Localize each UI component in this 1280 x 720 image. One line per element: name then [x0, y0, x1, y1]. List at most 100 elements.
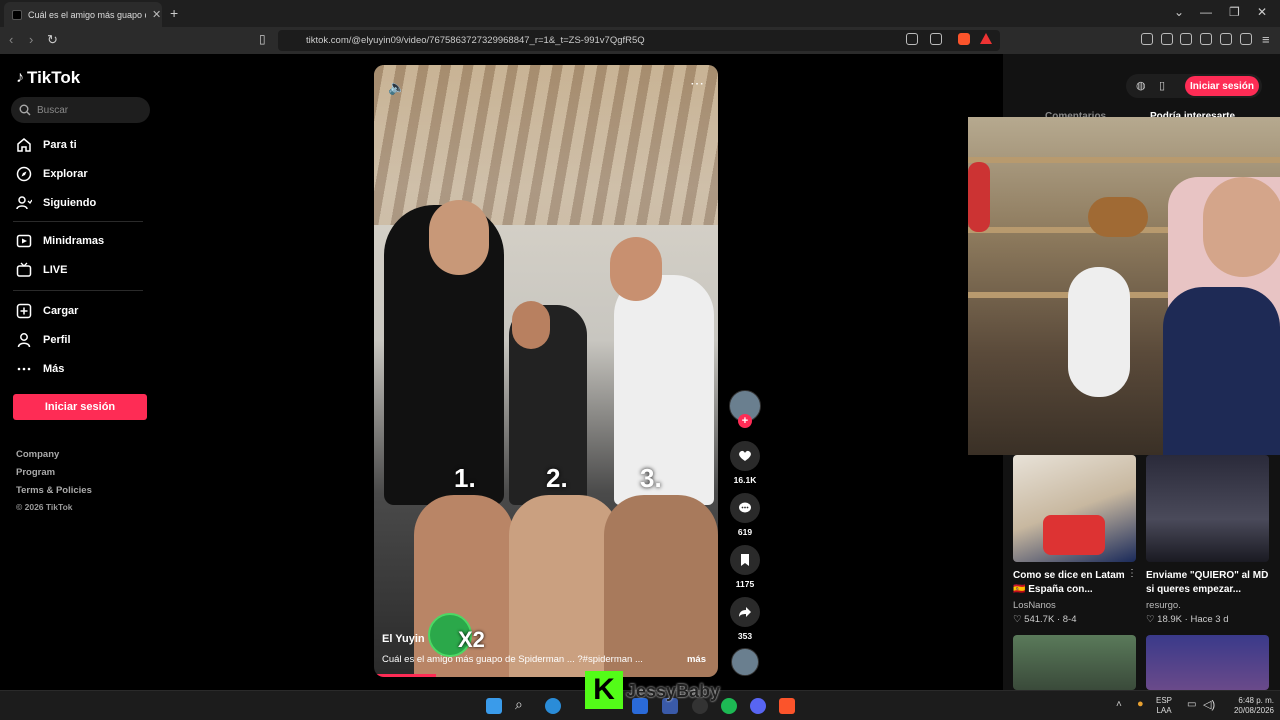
nav-cargar[interactable]: Cargar [16, 301, 78, 321]
nav-siguiendo[interactable]: Siguiendo [16, 193, 96, 213]
video-thumbnail[interactable] [1146, 635, 1269, 690]
login-button-header[interactable]: Iniciar sesión [1185, 76, 1259, 96]
shelf-image [968, 157, 1280, 163]
footer-program-link[interactable]: Program [16, 467, 55, 478]
heart-outline-icon: ♡ [1146, 614, 1155, 625]
video-likes: 541.7K [1024, 614, 1055, 625]
brave-rewards-icon[interactable] [980, 33, 992, 44]
sound-avatar-button[interactable] [729, 648, 761, 676]
comment-button[interactable]: 619 [729, 493, 761, 537]
follow-plus-icon[interactable]: + [738, 414, 752, 428]
nav-label: Explorar [43, 168, 88, 180]
edge-icon[interactable] [545, 698, 561, 714]
menu-icon[interactable]: ≡ [1262, 32, 1270, 47]
forward-icon[interactable]: › [29, 32, 33, 47]
close-tab-icon[interactable]: ✕ [152, 8, 161, 21]
url-field[interactable]: tiktok.com/@elyuyin09/video/767586372732… [278, 30, 1000, 51]
media-icon[interactable] [1161, 33, 1173, 45]
video-progress-bar[interactable] [374, 674, 436, 677]
tray-chevron-icon[interactable]: ˄ [1116, 699, 1122, 710]
video-options-icon[interactable]: ⋮ [1258, 568, 1268, 579]
tiktok-favicon-icon [12, 9, 22, 20]
bookmark-icon[interactable]: ▯ [259, 32, 266, 46]
clock-date: 20/08/2026 [1233, 706, 1274, 715]
vpn-icon[interactable] [1240, 33, 1252, 45]
more-icon [17, 367, 31, 371]
upload-icon [16, 303, 32, 319]
streamer-face-image [1203, 177, 1280, 277]
reload-icon[interactable]: ↻ [47, 32, 58, 48]
video-author[interactable]: El Yuyin [382, 633, 425, 645]
share-count: 353 [737, 631, 753, 641]
video-title[interactable]: Como se dice en Latam 🇪🇸 España con... [1013, 569, 1137, 597]
extensions-icon[interactable] [1141, 33, 1153, 45]
video-title[interactable]: Enviame "QUIERO" al MD si queres empezar… [1146, 569, 1270, 597]
nav-mas[interactable]: Más [16, 359, 64, 379]
clock[interactable]: 6:48 p. m. 20/08/2026 [1222, 696, 1274, 716]
nav-label: Siguiendo [43, 197, 97, 209]
video-person [512, 301, 550, 349]
share-button[interactable]: 353 [729, 597, 761, 641]
search-icon[interactable]: ⌕ [515, 696, 523, 713]
language-indicator[interactable]: ESP LAA [1156, 696, 1172, 716]
maximize-icon[interactable]: ❐ [1229, 5, 1240, 19]
video-thumbnail[interactable] [1013, 455, 1136, 562]
tiktok-logo[interactable]: ♪ TikTok [16, 68, 80, 88]
sidebar-icon[interactable] [1180, 33, 1192, 45]
back-icon[interactable]: ‹ [9, 32, 13, 47]
nav-para-ti[interactable]: Para ti [16, 135, 77, 155]
brave-shields-icon[interactable] [958, 33, 970, 45]
microphone-tray-icon[interactable]: ● [1137, 698, 1144, 710]
nav-label: Perfil [43, 334, 71, 346]
video-player[interactable]: 1. 2. 3. 🔈 ⋯ El Yuyin Cuál es el amigo m… [374, 65, 718, 677]
video-thumbnail[interactable] [1013, 635, 1136, 690]
wallet-icon[interactable] [1200, 33, 1212, 45]
video-more-icon[interactable]: ⋯ [690, 75, 704, 92]
bookmark-icon [730, 545, 760, 575]
leo-icon[interactable] [1220, 33, 1232, 45]
nav-minidramas[interactable]: Minidramas [16, 231, 104, 251]
minimize-icon[interactable]: — [1200, 5, 1212, 19]
brave-icon[interactable] [779, 698, 795, 714]
translate-icon[interactable] [906, 33, 918, 45]
volume-tray-icon[interactable]: ◁) [1203, 698, 1215, 711]
caption-more-button[interactable]: más [687, 654, 706, 665]
network-icon[interactable]: ▭ [1187, 699, 1196, 710]
nav-divider [13, 221, 143, 222]
kick-logo: K [585, 671, 623, 709]
new-tab-button[interactable]: + [170, 5, 178, 21]
video-thumbnail[interactable] [1146, 455, 1269, 562]
coins-icon[interactable]: ◍ [1136, 79, 1146, 92]
cast-icon[interactable] [930, 33, 942, 45]
tab-title: Cuál es el amigo más guapo de [28, 9, 146, 20]
streamer-shirt-image [1163, 287, 1280, 455]
video-person [614, 275, 714, 505]
login-button-sidebar[interactable]: Iniciar sesión [13, 394, 147, 420]
streamer-name: JessyBaby [626, 681, 721, 701]
nav-perfil[interactable]: Perfil [16, 330, 71, 350]
discord-icon[interactable] [750, 698, 766, 714]
windows-start-icon[interactable] [486, 698, 502, 714]
footer-terms-link[interactable]: Terms & Policies [16, 485, 92, 496]
video-date: 8-4 [1062, 614, 1077, 625]
save-button[interactable]: 1175 [729, 545, 761, 589]
close-window-icon[interactable]: ✕ [1257, 5, 1267, 19]
footer-company-link[interactable]: Company [16, 449, 59, 460]
browser-tab[interactable]: Cuál es el amigo más guapo de ✕ [4, 2, 162, 27]
nav-label: LIVE [43, 264, 68, 276]
footer-copyright: © 2026 TikTok [16, 502, 73, 512]
like-button[interactable]: 16.1K [729, 441, 761, 485]
search-input[interactable]: Buscar [11, 97, 150, 123]
heart-icon [730, 441, 760, 471]
video-options-icon[interactable]: ⋮ [1127, 568, 1137, 579]
nav-live[interactable]: LIVE [16, 260, 67, 280]
spotify-icon[interactable] [721, 698, 737, 714]
logo-text: TikTok [27, 68, 81, 87]
phone-icon[interactable]: ▯ [1159, 79, 1165, 92]
nav-explorar[interactable]: Explorar [16, 164, 88, 184]
volume-icon[interactable]: 🔈 [388, 79, 405, 96]
tab-list-chevron-icon[interactable]: ⌄ [1174, 5, 1184, 19]
video-channel[interactable]: LosNanos [1013, 600, 1056, 611]
video-channel[interactable]: resurgo. [1146, 600, 1181, 611]
language-code: ESP [1156, 696, 1173, 705]
